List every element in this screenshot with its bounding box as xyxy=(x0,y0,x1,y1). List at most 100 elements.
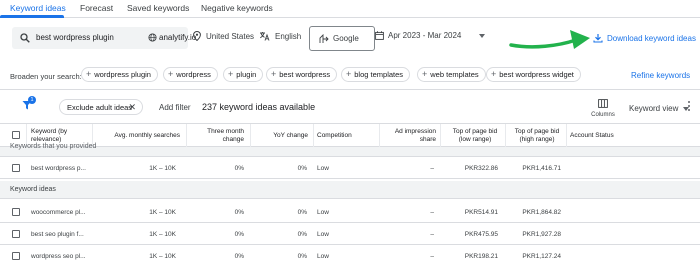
broaden-chip[interactable]: + wordpress plugin xyxy=(81,67,158,82)
keyword-cell[interactable]: best wordpress p... xyxy=(31,165,86,172)
broaden-chip[interactable]: + blog templates xyxy=(341,67,411,82)
keyword-ideas-count: 237 keyword ideas available xyxy=(202,102,316,112)
bid-low-cell: PKR475.95 xyxy=(464,231,498,238)
location-selector[interactable]: United States xyxy=(193,31,254,41)
table-row[interactable]: woocommerce pl... 1K – 10K 0% 0% Low – P… xyxy=(0,202,700,223)
three-month-cell: 0% xyxy=(234,165,244,172)
three-month-cell: 0% xyxy=(234,253,244,260)
competition-cell: Low xyxy=(317,253,329,260)
bid-high-cell: PKR1,127.24 xyxy=(522,253,561,260)
keyword-cell[interactable]: woocommerce pl... xyxy=(31,209,86,216)
tab-bar: Keyword ideas Forecast Saved keywords Ne… xyxy=(0,0,700,18)
language-selector[interactable]: English xyxy=(259,31,301,41)
exclude-chip-label: Exclude adult ideas xyxy=(67,102,133,112)
col-keyword[interactable]: Keyword (by relevance) xyxy=(31,128,91,144)
search-query[interactable]: best wordpress plugin xyxy=(36,33,114,42)
date-range-selector[interactable]: Apr 2023 - Mar 2024 xyxy=(375,31,486,40)
columns-icon xyxy=(598,99,608,108)
broaden-chip[interactable]: + best wordpress xyxy=(266,67,338,82)
keyword-cell[interactable]: best seo plugin f... xyxy=(31,231,84,238)
yoy-cell: 0% xyxy=(297,209,307,216)
annotation-arrow-icon xyxy=(509,30,590,49)
plus-icon: + xyxy=(422,69,428,79)
close-icon[interactable]: ✕ xyxy=(128,102,136,113)
col-top-bid-low[interactable]: Top of page bid (low range) xyxy=(446,128,504,144)
broaden-chip[interactable]: + plugin xyxy=(223,67,264,82)
add-filter-button[interactable]: Add filter xyxy=(159,103,191,112)
exclude-adult-ideas-chip[interactable]: Exclude adult ideas ✕ xyxy=(59,99,143,115)
keyword-view-selector[interactable]: Keyword view xyxy=(629,104,690,113)
col-avg-monthly-searches[interactable]: Avg. monthly searches xyxy=(96,132,180,140)
download-icon xyxy=(593,34,603,43)
broaden-chip[interactable]: + wordpress xyxy=(163,67,218,82)
table-row[interactable]: best seo plugin f... 1K – 10K 0% 0% Low … xyxy=(0,224,700,245)
section-title: Keyword ideas xyxy=(10,186,56,193)
broaden-search-label: Broaden your search: xyxy=(10,72,82,81)
keyword-search-box[interactable]: best wordpress plugin analytify.io xyxy=(12,27,196,49)
columns-label: Columns xyxy=(591,112,615,118)
download-keyword-ideas-button[interactable]: Download keyword ideas xyxy=(593,33,696,43)
competition-cell: Low xyxy=(317,209,329,216)
col-top-bid-high[interactable]: Top of page bid (high range) xyxy=(508,128,566,144)
plus-icon: + xyxy=(271,69,277,79)
keyword-cell[interactable]: wordpress seo pl... xyxy=(31,253,86,260)
bid-high-cell: PKR1,927.28 xyxy=(522,231,561,238)
plus-icon: + xyxy=(491,69,497,79)
column-divider xyxy=(440,124,441,148)
col-yoy-change[interactable]: YoY change xyxy=(256,132,308,140)
search-icon xyxy=(20,33,30,43)
ad-share-cell: – xyxy=(430,209,434,216)
col-competition[interactable]: Competition xyxy=(317,132,377,140)
translate-icon xyxy=(260,32,270,41)
competition-cell: Low xyxy=(317,165,329,172)
plus-icon: + xyxy=(168,69,174,79)
location-pin-icon xyxy=(193,31,201,41)
col-ad-impression-share[interactable]: Ad impression share xyxy=(384,128,436,144)
column-divider xyxy=(379,124,380,148)
bid-high-cell: PKR1,416.71 xyxy=(522,165,561,172)
table-header: Keyword (by relevance) Avg. monthly sear… xyxy=(0,123,700,148)
keyword-view-label: Keyword view xyxy=(629,104,679,113)
row-checkbox[interactable] xyxy=(12,230,20,238)
more-options-icon[interactable] xyxy=(688,101,691,113)
avg-searches-cell: 1K – 10K xyxy=(149,253,176,260)
yoy-cell: 0% xyxy=(297,231,307,238)
ad-share-cell: – xyxy=(430,231,434,238)
ad-share-cell: – xyxy=(430,165,434,172)
table-row[interactable]: wordpress seo pl... 1K – 10K 0% 0% Low –… xyxy=(0,246,700,265)
broaden-chip-label: best wordpress xyxy=(279,70,331,79)
avg-searches-cell: 1K – 10K xyxy=(149,231,176,238)
ad-share-cell: – xyxy=(430,253,434,260)
section-header-ideas: Keyword ideas xyxy=(0,181,700,199)
language-label: English xyxy=(275,31,302,41)
column-divider xyxy=(186,124,187,148)
tab-forecast[interactable]: Forecast xyxy=(80,3,113,13)
refine-keywords-button[interactable]: Refine keywords xyxy=(631,71,690,80)
select-all-checkbox[interactable] xyxy=(12,131,20,139)
tab-keyword-ideas[interactable]: Keyword ideas xyxy=(10,3,66,13)
row-checkbox[interactable] xyxy=(12,252,20,260)
bid-low-cell: PKR322.86 xyxy=(464,165,498,172)
bid-high-cell: PKR1,864.82 xyxy=(522,209,561,216)
column-divider xyxy=(313,124,314,148)
search-url-domain[interactable]: analytify.io xyxy=(159,33,196,42)
location-label: United States xyxy=(206,31,255,41)
three-month-cell: 0% xyxy=(234,209,244,216)
broaden-chip[interactable]: + best wordpress widget xyxy=(486,67,581,82)
col-account-status[interactable]: Account Status xyxy=(570,132,640,140)
broaden-chip[interactable]: + web templates xyxy=(417,67,486,82)
search-network-selector[interactable]: Google xyxy=(309,26,375,51)
tab-saved-keywords[interactable]: Saved keywords xyxy=(127,3,189,13)
plus-icon: + xyxy=(86,69,92,79)
filter-count-badge: 1 xyxy=(28,96,36,104)
avg-searches-cell: 1K – 10K xyxy=(149,165,176,172)
row-checkbox[interactable] xyxy=(12,164,20,172)
col-three-month-change[interactable]: Three month change xyxy=(196,128,244,144)
table-row[interactable]: best wordpress p... 1K – 10K 0% 0% Low –… xyxy=(0,158,700,179)
divider xyxy=(0,89,700,90)
row-checkbox[interactable] xyxy=(12,208,20,216)
globe-icon xyxy=(148,33,157,42)
columns-button[interactable]: Columns xyxy=(589,99,617,118)
plus-icon: + xyxy=(346,69,352,79)
tab-negative-keywords[interactable]: Negative keywords xyxy=(201,3,273,13)
